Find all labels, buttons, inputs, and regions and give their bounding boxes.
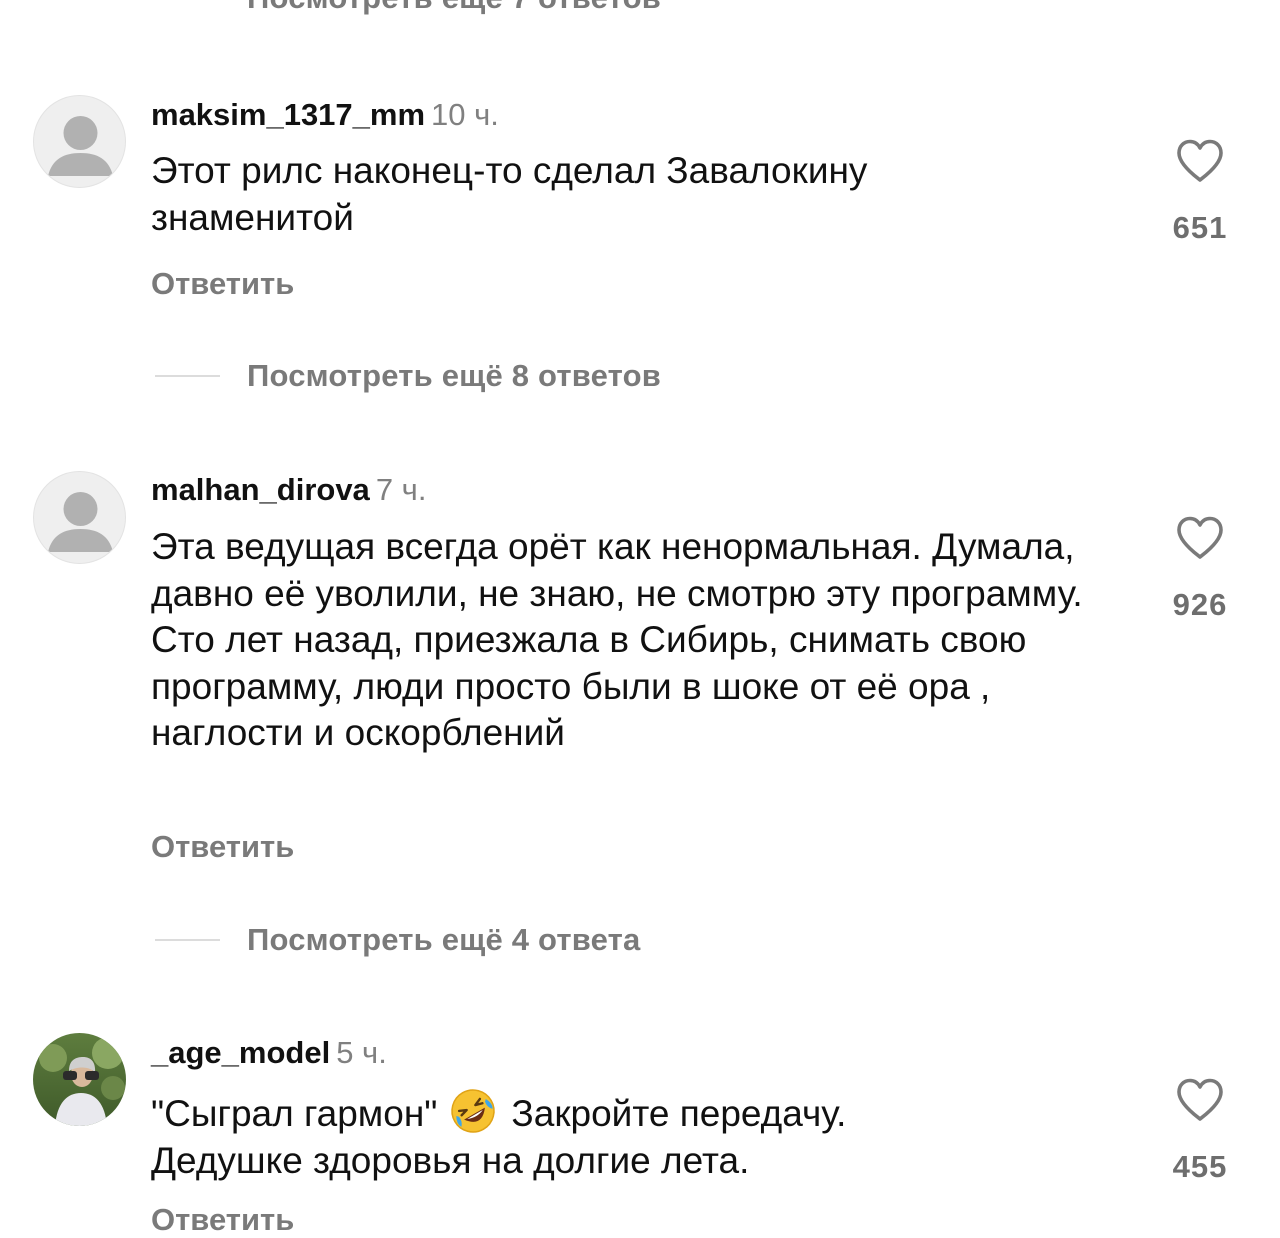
divider-line (155, 375, 220, 377)
comment-text-part1: "Сыграл гармон" (151, 1093, 438, 1134)
comment-header: maksim_1317_mm 10 ч. (151, 97, 499, 133)
heart-icon[interactable] (1175, 515, 1225, 561)
comment-text: Эта ведущая всегда орёт как ненормальная… (151, 526, 1083, 753)
comment-time: 10 ч. (431, 97, 499, 132)
like-count: 455 (1172, 1149, 1228, 1184)
rolling-on-floor-laughing-emoji (451, 1089, 496, 1133)
default-avatar-icon (48, 116, 113, 176)
username[interactable]: _age_model (151, 1035, 330, 1070)
like-area: 651 (1160, 138, 1240, 246)
reply-button[interactable]: Ответить (151, 266, 294, 302)
like-count: 651 (1172, 210, 1228, 245)
comment-header: malhan_dirova 7 ч. (151, 472, 426, 508)
heart-icon[interactable] (1175, 1077, 1225, 1123)
reply-button[interactable]: Ответить (151, 829, 294, 865)
avatar[interactable] (33, 471, 126, 564)
view-more-label: Посмотреть ещё 8 ответов (247, 358, 662, 393)
comment-text-part2: Закройте передачу. (511, 1093, 847, 1134)
photo-avatar (33, 1033, 126, 1126)
view-more-label: Посмотреть ещё 4 ответа (247, 922, 641, 957)
comment-header: _age_model 5 ч. (151, 1035, 387, 1071)
reply-button[interactable]: Ответить (151, 1202, 294, 1238)
like-area: 455 (1160, 1077, 1240, 1185)
heart-icon[interactable] (1175, 138, 1225, 184)
comment-text: Этот рилс наконец-то сделал Завалокину з… (151, 150, 868, 238)
view-more-replies-top[interactable]: Посмотреть ещё 7 ответов (155, 0, 661, 18)
like-area: 926 (1160, 515, 1240, 623)
default-avatar-icon (48, 492, 113, 552)
username[interactable]: malhan_dirova (151, 472, 370, 507)
view-more-label: Посмотреть ещё 7 ответов (247, 0, 661, 16)
divider-line (155, 939, 220, 941)
view-more-replies[interactable]: Посмотреть ещё 4 ответа (155, 920, 641, 960)
like-count: 926 (1172, 587, 1228, 622)
comment-time: 7 ч. (375, 472, 427, 507)
view-more-replies[interactable]: Посмотреть ещё 8 ответов (155, 356, 661, 396)
comment-time: 5 ч. (336, 1035, 387, 1070)
avatar[interactable] (33, 1033, 126, 1126)
avatar[interactable] (33, 95, 126, 188)
comment-text: "Сыграл гармон" Закройте передачу. Дедуш… (151, 1087, 1131, 1184)
comment-text-line2: Дедушке здоровья на долгие лета. (151, 1139, 750, 1181)
username[interactable]: maksim_1317_mm (151, 97, 425, 132)
